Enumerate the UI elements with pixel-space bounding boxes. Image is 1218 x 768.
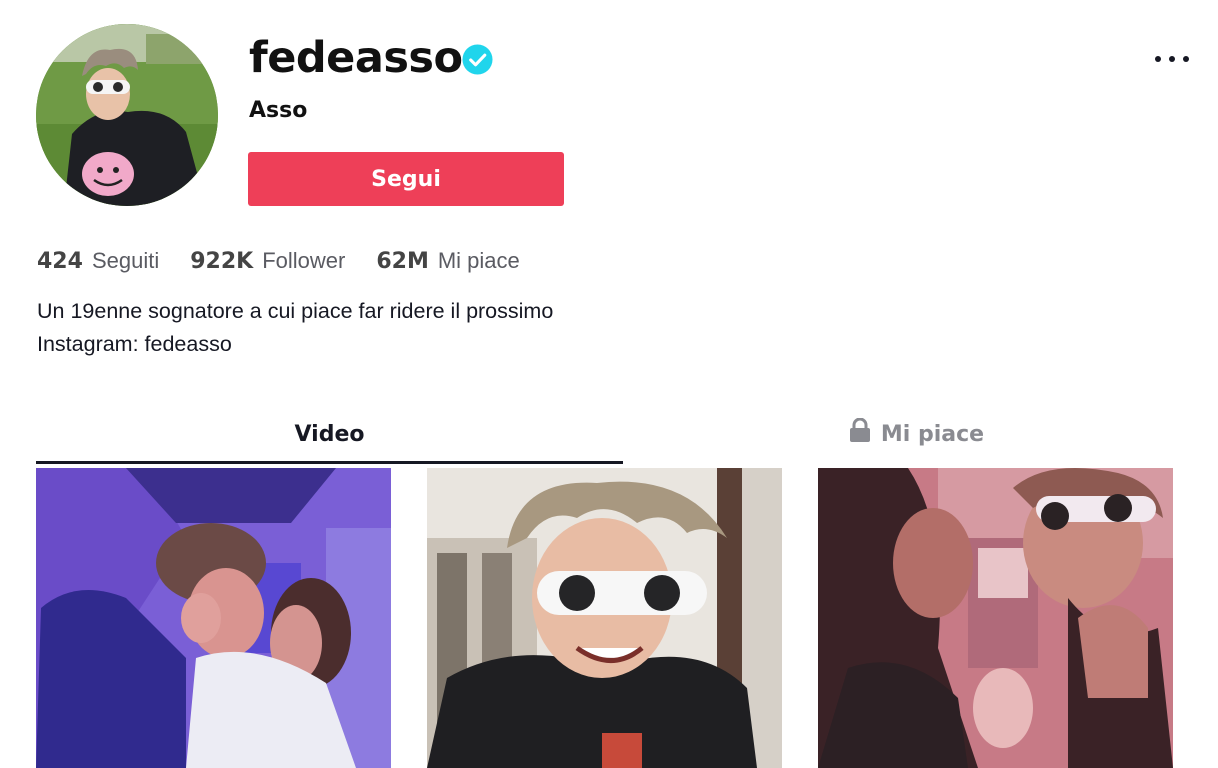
profile-bio: Un 19enne sognatore a cui piace far ride… — [37, 295, 553, 361]
bio-line: Un 19enne sognatore a cui piace far ride… — [37, 299, 554, 323]
stat-followers[interactable]: 922K Follower — [190, 246, 345, 277]
avatar-image — [36, 24, 218, 206]
profile-nickname: Asso — [249, 98, 308, 123]
profile-username: fedeasso — [249, 33, 463, 83]
verified-badge-icon — [462, 44, 493, 75]
stat-following-count: 424 — [37, 249, 83, 274]
profile-avatar — [36, 24, 218, 206]
stat-likes-count: 62M — [376, 249, 429, 274]
follow-button[interactable]: Segui — [248, 152, 564, 206]
video-thumbnail[interactable] — [36, 468, 391, 768]
video-thumbnail[interactable] — [427, 468, 782, 768]
stat-following[interactable]: 424 Seguiti — [37, 246, 159, 277]
stat-following-label: Seguiti — [91, 248, 160, 273]
tab-videos[interactable]: Video — [36, 416, 623, 456]
lock-icon — [849, 418, 870, 442]
more-options-icon[interactable] — [1150, 44, 1194, 74]
tab-liked-label: Mi piace — [880, 422, 985, 447]
more-dot — [1155, 56, 1161, 62]
video-thumbnail[interactable] — [818, 468, 1173, 768]
video-grid — [36, 468, 1173, 768]
more-dot — [1169, 56, 1175, 62]
tab-liked[interactable]: Mi piace — [623, 416, 1210, 456]
bio-line: Instagram: fedeasso — [37, 332, 232, 356]
active-tab-indicator — [36, 461, 623, 464]
stat-likes-label: Mi piace — [437, 248, 520, 273]
tab-videos-label: Video — [294, 422, 365, 447]
stat-followers-count: 922K — [190, 249, 254, 274]
stat-followers-label: Follower — [262, 248, 346, 273]
profile-stats: 424 Seguiti 922K Follower 62M Mi piace — [37, 246, 551, 277]
more-dot — [1183, 56, 1189, 62]
stat-likes: 62M Mi piace — [376, 246, 519, 277]
